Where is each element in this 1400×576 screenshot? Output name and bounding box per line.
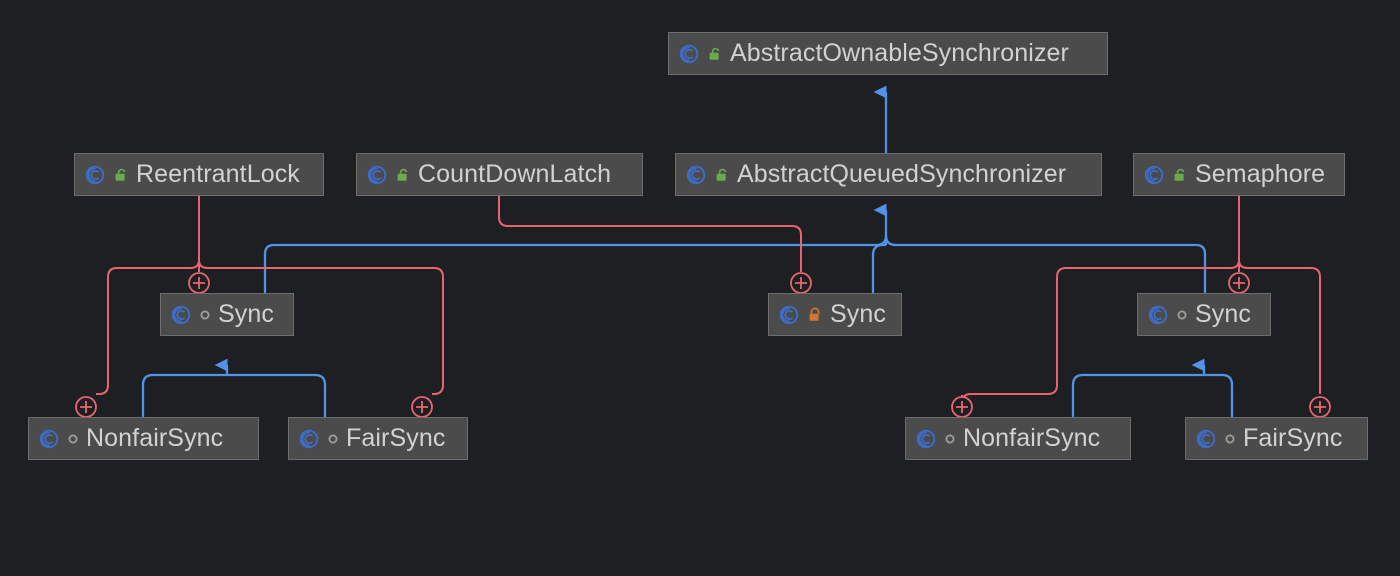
package-private-dot-icon — [68, 434, 78, 443]
class-icon — [85, 165, 105, 184]
class-node-label: Sync — [218, 300, 274, 328]
plus-marker-rl-fair — [411, 396, 433, 418]
package-private-dot-icon — [200, 310, 210, 319]
class-node-abstract-ownable-synchronizer[interactable]: AbstractOwnableSynchronizer — [668, 32, 1108, 75]
class-node-label: Sync — [830, 300, 886, 328]
class-icon — [779, 305, 799, 324]
edge-nonfair-sem-riser — [1071, 373, 1204, 417]
class-icon — [1144, 165, 1164, 184]
class-node-label: NonfairSync — [963, 424, 1101, 452]
package-private-dot-icon — [1225, 434, 1235, 443]
plus-marker-sem-fair — [1309, 396, 1331, 418]
class-node-nonfair-sync-semaphore[interactable]: NonfairSync — [905, 417, 1131, 460]
class-node-label: AbstractOwnableSynchronizer — [730, 39, 1069, 67]
class-node-nonfair-sync-reentrant-lock[interactable]: NonfairSync — [28, 417, 259, 460]
class-node-count-down-latch[interactable]: CountDownLatch — [356, 153, 643, 196]
edge-sync-cdl-extends-aqs — [871, 243, 886, 293]
class-icon — [1148, 305, 1168, 324]
package-private-dot-icon — [945, 434, 955, 443]
class-icon — [367, 165, 387, 184]
class-node-fair-sync-reentrant-lock[interactable]: FairSync — [288, 417, 468, 460]
package-private-dot-icon — [1177, 310, 1187, 319]
inheritance-edges — [141, 85, 1234, 417]
unlocked-padlock-icon — [1174, 168, 1185, 181]
class-node-label: CountDownLatch — [418, 160, 612, 188]
class-node-abstract-queued-synchronizer[interactable]: AbstractQueuedSynchronizer — [675, 153, 1102, 196]
class-node-fair-sync-semaphore[interactable]: FairSync — [1185, 417, 1368, 460]
unlocked-padlock-icon — [716, 168, 727, 181]
class-diagram-canvas[interactable]: AbstractOwnableSynchronizer ReentrantLock… — [0, 0, 1400, 576]
class-icon — [171, 305, 191, 324]
package-private-dot-icon — [328, 434, 338, 443]
edge-cdl-contains-sync — [498, 196, 802, 272]
unlocked-padlock-icon — [709, 47, 720, 60]
plus-marker-cdl-sync — [790, 272, 812, 294]
class-node-label: Semaphore — [1195, 160, 1326, 188]
unlocked-padlock-icon — [397, 168, 408, 181]
class-icon — [686, 165, 706, 184]
class-node-semaphore[interactable]: Semaphore — [1133, 153, 1345, 196]
class-node-reentrant-lock[interactable]: ReentrantLock — [74, 153, 324, 196]
edge-layer — [75, 85, 1331, 418]
edge-fair-sem-riser — [1204, 373, 1234, 417]
class-icon — [1196, 429, 1216, 448]
class-node-sync-count-down-latch[interactable]: Sync — [768, 293, 902, 336]
class-icon — [39, 429, 59, 448]
edge-nonfair-rl-riser — [141, 373, 227, 417]
plus-marker-rl-nonfair — [75, 396, 97, 418]
plus-marker-sem-nonfair — [951, 396, 973, 418]
class-node-label: NonfairSync — [86, 424, 224, 452]
class-node-label: Sync — [1195, 300, 1251, 328]
class-node-sync-semaphore[interactable]: Sync — [1137, 293, 1271, 336]
edge-fair-rl-riser — [227, 373, 327, 417]
class-icon — [679, 44, 699, 63]
class-node-label: ReentrantLock — [136, 160, 300, 188]
unlocked-padlock-icon — [115, 168, 126, 181]
plus-marker-rl-sync — [188, 272, 210, 294]
class-node-sync-reentrant-lock[interactable]: Sync — [160, 293, 294, 336]
edge-sync-sem-extends-aqs — [884, 235, 1207, 293]
locked-padlock-icon — [809, 307, 820, 321]
class-node-label: FairSync — [1243, 424, 1343, 452]
class-node-label: FairSync — [346, 424, 446, 452]
class-icon — [916, 429, 936, 448]
plus-marker-sem-sync — [1228, 272, 1250, 294]
class-icon — [299, 429, 319, 448]
class-node-label: AbstractQueuedSynchronizer — [737, 160, 1067, 188]
